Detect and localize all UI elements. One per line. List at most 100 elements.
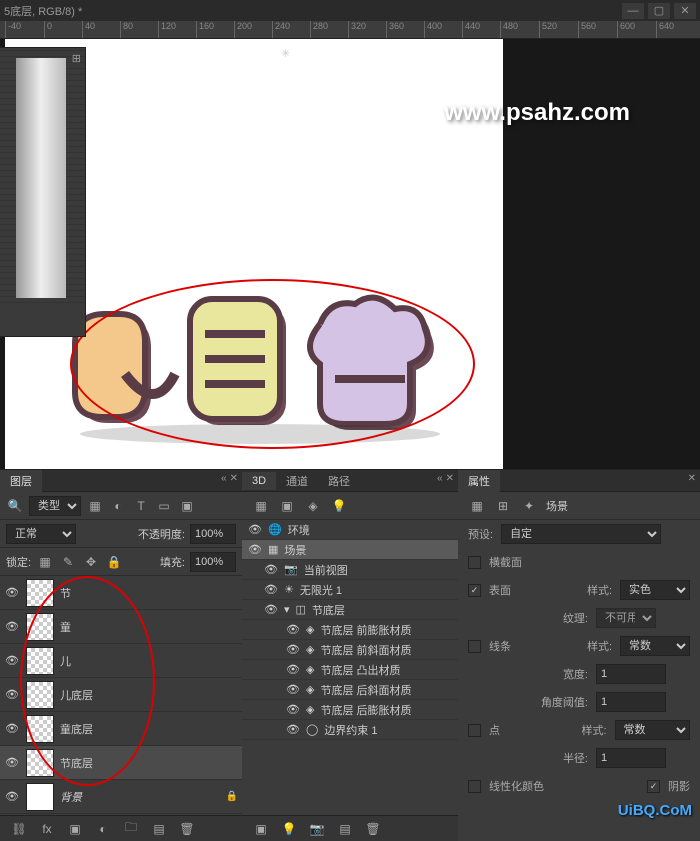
fx-icon[interactable]: fx: [38, 820, 56, 838]
light-icon[interactable]: 💡: [280, 820, 298, 838]
filter-light-icon[interactable]: 💡: [330, 497, 348, 515]
layer-item[interactable]: 👁儿底层: [0, 678, 242, 712]
adjustment-icon[interactable]: ◐: [94, 820, 112, 838]
filter-smart-icon[interactable]: ▣: [178, 497, 196, 515]
scene-item[interactable]: 👁🌐环境: [242, 520, 458, 540]
navigator-panel[interactable]: ⊞: [0, 47, 86, 337]
tab-3d[interactable]: 3D: [242, 472, 276, 490]
camera-icon[interactable]: 📷: [308, 820, 326, 838]
visibility-toggle[interactable]: 👁: [4, 585, 20, 601]
layer-thumbnail[interactable]: [26, 647, 54, 675]
lock-move-icon[interactable]: ✥: [82, 553, 100, 571]
filter-adjust-icon[interactable]: ◐: [109, 497, 127, 515]
visibility-toggle[interactable]: 👁: [248, 522, 262, 538]
points-radius-input[interactable]: [596, 748, 666, 768]
collapse-icon[interactable]: «: [437, 473, 443, 484]
visibility-toggle[interactable]: 👁: [286, 682, 300, 698]
scene-item[interactable]: 👁☀无限光 1: [242, 580, 458, 600]
points-checkbox[interactable]: [468, 724, 481, 737]
visibility-toggle[interactable]: 👁: [4, 789, 20, 805]
visibility-toggle[interactable]: 👁: [248, 542, 262, 558]
visibility-toggle[interactable]: 👁: [4, 653, 20, 669]
lock-all-icon[interactable]: 🔒: [105, 553, 123, 571]
visibility-toggle[interactable]: 👁: [286, 622, 300, 638]
surface-texture-select[interactable]: 不可用: [596, 608, 656, 628]
lines-angle-input[interactable]: [596, 692, 666, 712]
visibility-toggle[interactable]: 👁: [286, 642, 300, 658]
filter-material-icon[interactable]: ◈: [304, 497, 322, 515]
layer-thumbnail[interactable]: [26, 579, 54, 607]
minimize-button[interactable]: —: [622, 3, 644, 19]
scene-item[interactable]: 👁◯边界约束 1: [242, 720, 458, 740]
mask-icon[interactable]: ▣: [66, 820, 84, 838]
layer-thumbnail[interactable]: [26, 783, 54, 811]
surface-checkbox[interactable]: ✓: [468, 584, 481, 597]
visibility-toggle[interactable]: 👁: [264, 562, 278, 578]
lock-brush-icon[interactable]: ✎: [59, 553, 77, 571]
filter-mesh-icon[interactable]: ▣: [278, 497, 296, 515]
scene-item[interactable]: 👁◈节底层 后斜面材质: [242, 680, 458, 700]
visibility-toggle[interactable]: 👁: [4, 755, 20, 771]
filter-pixel-icon[interactable]: ▦: [86, 497, 104, 515]
visibility-toggle[interactable]: 👁: [4, 687, 20, 703]
layer-thumbnail[interactable]: [26, 715, 54, 743]
layer-item[interactable]: 👁童底层: [0, 712, 242, 746]
filter-shape-icon[interactable]: ▭: [155, 497, 173, 515]
layer-item[interactable]: 👁儿: [0, 644, 242, 678]
lines-width-input[interactable]: [596, 664, 666, 684]
shadow-checkbox[interactable]: ✓: [647, 780, 660, 793]
scene-item[interactable]: 👁◈节底层 前斜面材质: [242, 640, 458, 660]
collapse-icon[interactable]: «: [221, 473, 227, 484]
close-button[interactable]: ✕: [674, 3, 696, 19]
layer-thumbnail[interactable]: [26, 613, 54, 641]
layer-item[interactable]: 👁节: [0, 576, 242, 610]
points-style-select[interactable]: 常数: [615, 720, 690, 740]
new-icon[interactable]: ▤: [336, 820, 354, 838]
filter-whole-icon[interactable]: ▦: [252, 497, 270, 515]
scene-item[interactable]: 👁◈节底层 后膨胀材质: [242, 700, 458, 720]
link-layers-icon[interactable]: ⛓: [10, 820, 28, 838]
tab-properties[interactable]: 属性: [458, 470, 500, 492]
scene-item[interactable]: 👁📷当前视图: [242, 560, 458, 580]
3d-scene-list[interactable]: 👁🌐环境 👁▦场景 👁📷当前视图 👁☀无限光 1 👁▾◫节底层 👁◈节底层 前膨…: [242, 520, 458, 760]
maximize-button[interactable]: ▢: [648, 3, 670, 19]
linearize-checkbox[interactable]: [468, 780, 481, 793]
preset-select[interactable]: 自定: [501, 524, 661, 544]
layer-list[interactable]: 👁节 👁童 👁儿 👁儿底层 👁童底层 👁节底层 👁背景🔒: [0, 576, 242, 816]
visibility-toggle[interactable]: 👁: [286, 722, 300, 738]
navigator-close-icon[interactable]: ⊞: [72, 52, 81, 65]
fill-input[interactable]: [190, 552, 236, 572]
lines-checkbox[interactable]: [468, 640, 481, 653]
prop-coords-icon[interactable]: ⊞: [494, 497, 512, 515]
scene-item[interactable]: 👁◈节底层 前膨胀材质: [242, 620, 458, 640]
blend-mode-select[interactable]: 正常: [6, 524, 76, 544]
canvas-area[interactable]: ✳: [0, 39, 700, 469]
visibility-toggle[interactable]: 👁: [286, 662, 300, 678]
layer-thumbnail[interactable]: [26, 681, 54, 709]
trash-icon[interactable]: 🗑: [364, 820, 382, 838]
search-icon[interactable]: 🔍: [6, 497, 24, 515]
opacity-input[interactable]: [190, 524, 236, 544]
layer-item[interactable]: 👁节底层: [0, 746, 242, 780]
scene-item[interactable]: 👁◈节底层 凸出材质: [242, 660, 458, 680]
chevron-down-icon[interactable]: ▾: [284, 603, 290, 616]
trash-icon[interactable]: 🗑: [178, 820, 196, 838]
tab-paths[interactable]: 路径: [318, 470, 360, 492]
navigator-thumbnail[interactable]: [16, 58, 66, 298]
surface-style-select[interactable]: 实色: [620, 580, 690, 600]
lock-transparency-icon[interactable]: ▦: [36, 553, 54, 571]
prop-scene-icon[interactable]: ▦: [468, 497, 486, 515]
cross-section-checkbox[interactable]: [468, 556, 481, 569]
prop-light-icon[interactable]: ✦: [520, 497, 538, 515]
group-icon[interactable]: 🗀: [122, 820, 140, 838]
layer-kind-filter[interactable]: 类型: [29, 496, 81, 516]
render-icon[interactable]: ▣: [252, 820, 270, 838]
close-icon[interactable]: ✕: [230, 473, 238, 484]
lines-style-select[interactable]: 常数: [620, 636, 690, 656]
layer-item[interactable]: 👁背景🔒: [0, 780, 242, 814]
tab-layers[interactable]: 图层: [0, 470, 42, 492]
layer-thumbnail[interactable]: [26, 749, 54, 777]
visibility-toggle[interactable]: 👁: [4, 619, 20, 635]
visibility-toggle[interactable]: 👁: [4, 721, 20, 737]
visibility-toggle[interactable]: 👁: [264, 602, 278, 618]
